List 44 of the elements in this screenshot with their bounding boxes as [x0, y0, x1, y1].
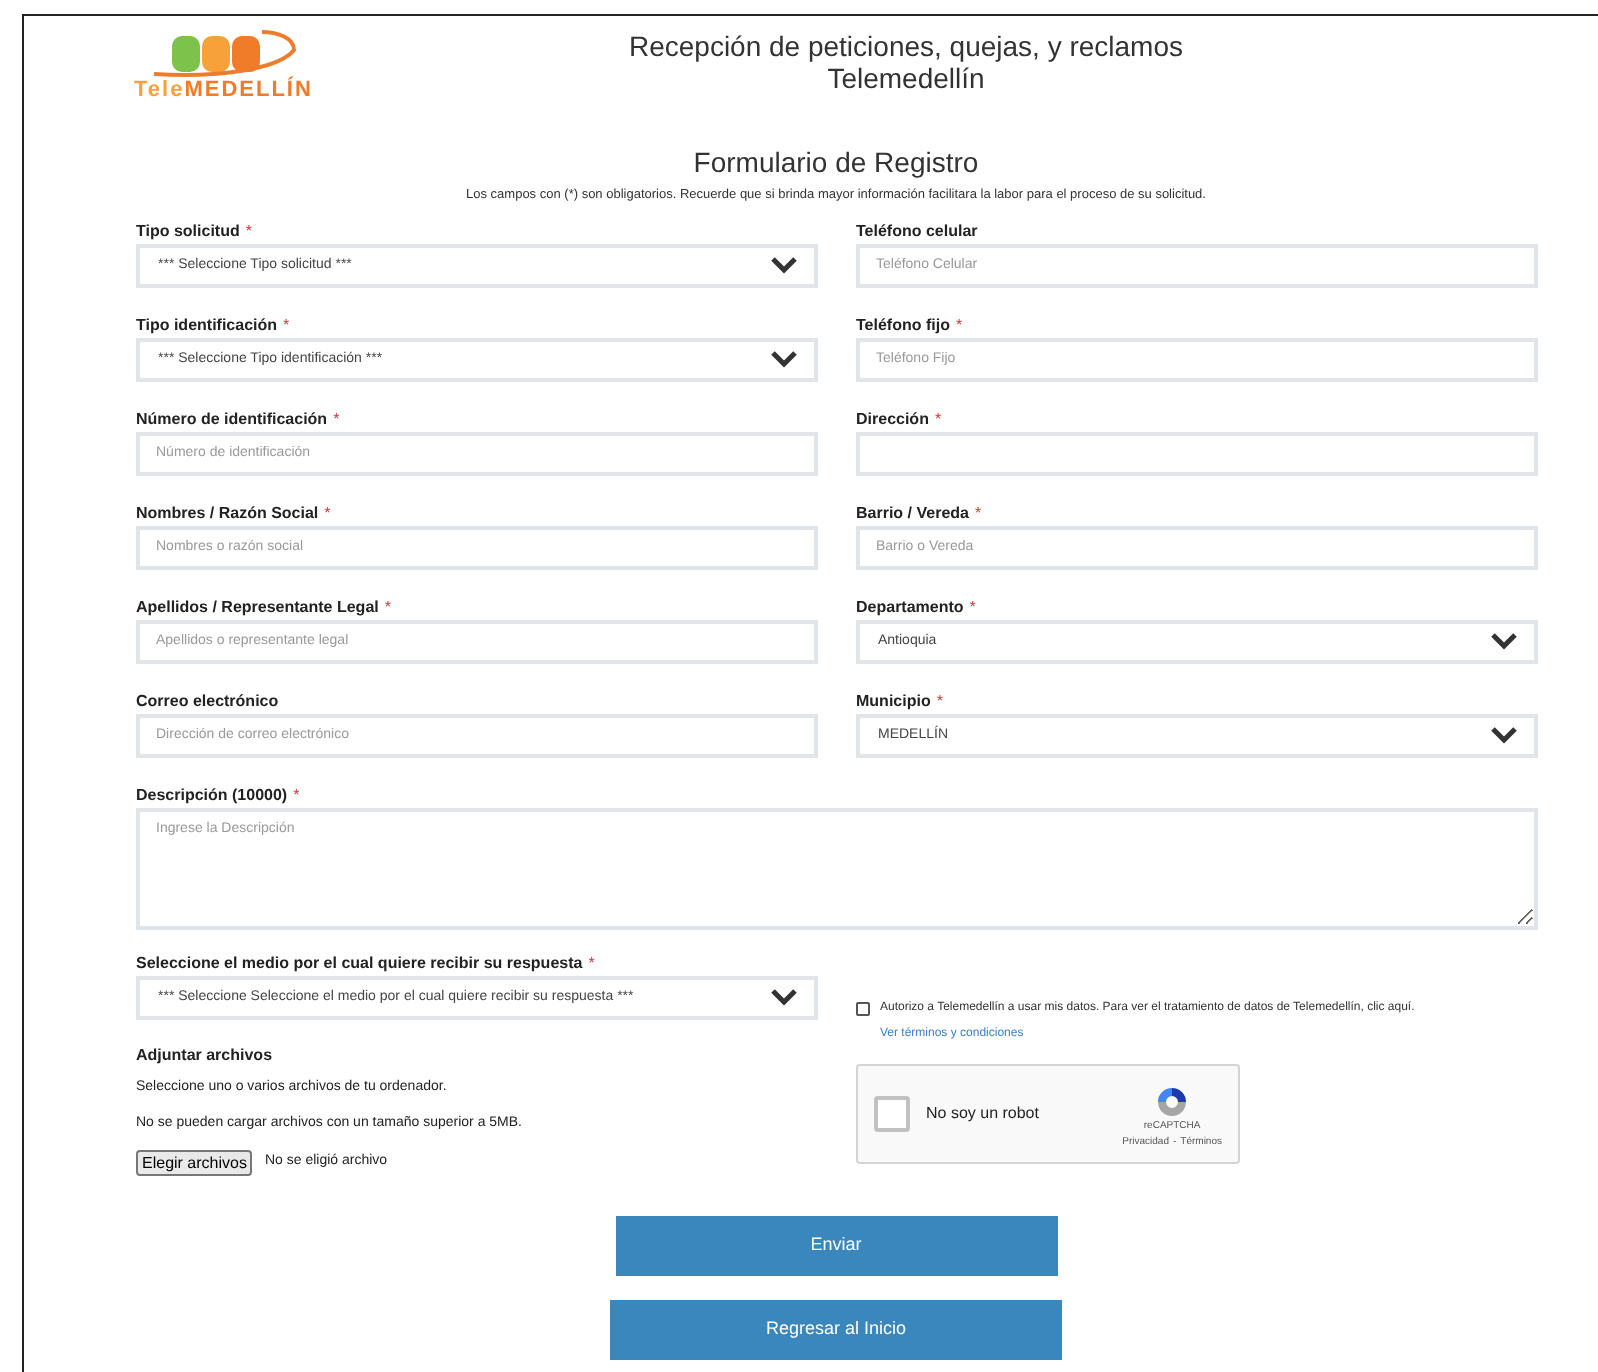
captcha-label: No soy un robot	[926, 1101, 1041, 1126]
field-label: Teléfono fijo	[856, 315, 950, 336]
chevron-down-icon	[1490, 726, 1518, 745]
required-marker: *	[936, 691, 943, 712]
required-marker: *	[283, 315, 290, 336]
input-field[interactable]	[856, 431, 1538, 476]
field-label: Departamento	[856, 597, 964, 618]
chevron-down-icon	[770, 988, 798, 1007]
required-marker: *	[384, 597, 391, 618]
back-button[interactable]: Regresar al Inicio	[610, 1299, 1062, 1360]
field-label: Nombres / Razón Social	[136, 503, 319, 524]
page-subtitle: Telemedellín	[827, 62, 985, 94]
field-label: Apellidos / Representante Legal	[136, 597, 379, 618]
form-title: Formulario de Registro	[691, 144, 979, 180]
field-label: Barrio / Vereda	[856, 503, 969, 524]
required-marker: *	[293, 785, 300, 806]
required-marker: *	[934, 409, 942, 430]
choose-files-button[interactable]: Elegir archivos	[136, 1149, 253, 1176]
captcha-checkbox[interactable]	[874, 1095, 910, 1132]
required-marker: *	[969, 597, 976, 618]
page-title: Recepción de peticiones, quejas, y reclamos	[628, 30, 1184, 62]
required-marker: *	[974, 503, 982, 524]
required-marker: *	[324, 503, 331, 524]
chevron-down-icon	[770, 350, 798, 369]
attachments-heading: Adjuntar archivos	[136, 1043, 275, 1068]
field-label: Teléfono celular	[856, 221, 978, 242]
field-label: Número de identificación	[136, 409, 328, 430]
logo-text: TeleMEDELLÍN	[134, 78, 313, 102]
field-label: Tipo solicitud	[136, 221, 240, 242]
chevron-down-icon	[770, 256, 798, 275]
submit-button[interactable]: Enviar	[615, 1215, 1057, 1276]
field-label: Correo electrónico	[136, 691, 279, 712]
field-label: Municipio	[856, 691, 931, 712]
field-label: Descripción (10000)	[136, 785, 288, 806]
field-label: Dirección	[856, 409, 929, 430]
field-label: Tipo identificación	[136, 315, 278, 336]
required-marker: *	[245, 221, 252, 242]
required-marker: *	[955, 315, 963, 336]
field-label: Seleccione el medio por el cual quiere recibir su respuesta	[136, 953, 583, 974]
chevron-down-icon	[1490, 632, 1518, 651]
required-marker: *	[588, 953, 595, 974]
consent-checkbox[interactable]	[856, 1001, 870, 1016]
required-marker: *	[333, 409, 340, 430]
recaptcha-icon	[1154, 1084, 1191, 1121]
